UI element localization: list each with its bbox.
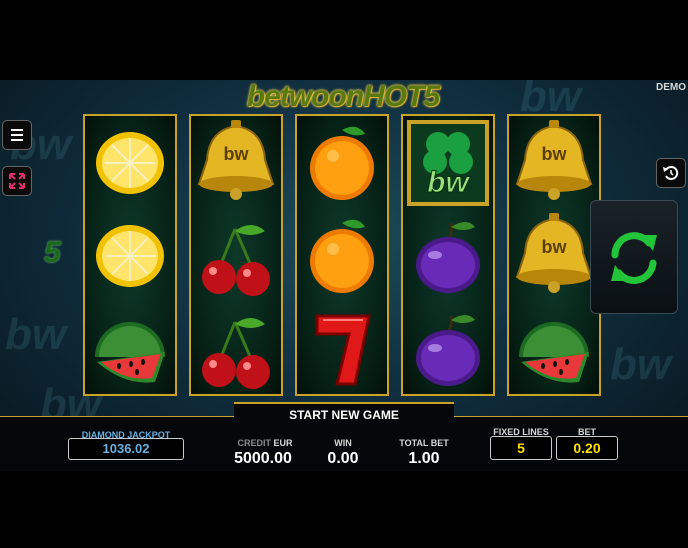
symbol-orange [297,209,387,303]
win-label: WIN [334,438,352,448]
svg-text:bw: bw [542,237,568,257]
symbol-watermelon [509,302,599,396]
fullscreen-icon [9,173,25,189]
svg-text:bw: bw [427,166,470,199]
bet-value[interactable]: 0.20 [556,436,618,460]
background-bw-watermark: bw [5,310,67,359]
symbol-orange [297,116,387,210]
reel-5: bw bw [507,114,601,396]
game-logo: betwoonHOT5 [246,80,440,113]
total-bet-value: 1.00 [408,450,440,467]
svg-text:bw: bw [542,144,568,164]
reel-1 [83,114,177,396]
credit-label: CREDIT EUR [230,438,300,448]
reel-3 [295,114,389,396]
symbol-seven [297,302,387,396]
symbol-bell-bw: bw [509,209,599,303]
fixed-lines-value: 5 [490,436,552,460]
symbol-watermelon [85,302,175,396]
reel-2: bw [189,114,283,396]
reel-4: bw [401,114,495,396]
menu-button[interactable] [2,120,32,150]
win-value: 0.00 [327,450,359,467]
credit-label-text: CREDIT [237,438,271,448]
spin-icon [611,232,657,284]
symbol-cherry [191,302,281,396]
menu-icon [11,129,23,141]
symbol-bell-bw: bw [191,116,281,210]
symbol-cherry [191,209,281,303]
symbol-lemon [85,209,175,303]
history-button[interactable] [656,158,686,188]
demo-label: DEMO [656,82,686,93]
symbol-bell-bw: bw [509,116,599,210]
history-icon [663,166,679,180]
symbol-clover-bw: bw [403,116,493,210]
credit-currency: EUR [273,438,293,448]
credit-value: 5000.00 [234,450,292,467]
spin-button[interactable] [590,200,678,314]
background-bw-watermark: bw [610,340,672,389]
total-bet-label: TOTAL BET [399,438,449,448]
symbol-plum [403,209,493,303]
start-new-game-button[interactable]: START NEW GAME [234,408,454,422]
fullscreen-button[interactable] [2,166,32,196]
lines-indicator: 5 [44,236,61,269]
jackpot-value: 1036.02 [68,438,184,460]
svg-text:bw: bw [224,144,250,164]
symbol-lemon [85,116,175,210]
symbol-plum [403,302,493,396]
